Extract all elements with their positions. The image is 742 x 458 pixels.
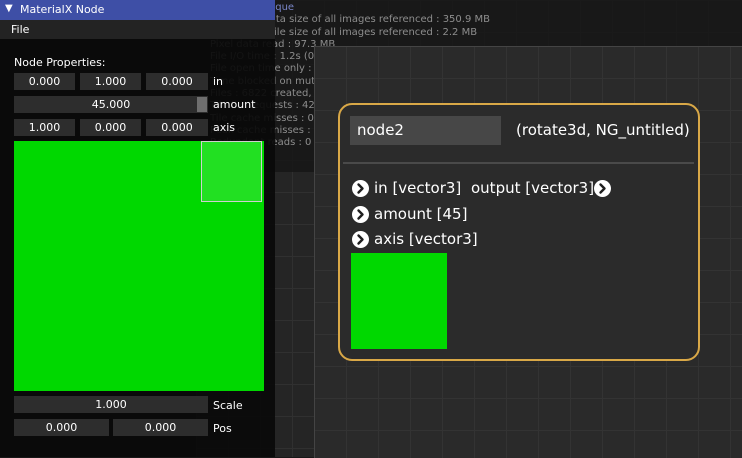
axis-label: axis [213, 121, 236, 134]
input-amount-label: amount [45] [374, 205, 468, 223]
scale-field[interactable]: 1.000 [14, 396, 208, 413]
amount-label: amount [213, 98, 256, 111]
pos-y-field[interactable]: 0.000 [113, 419, 208, 436]
menu-file[interactable]: File [11, 23, 29, 36]
in-y-field[interactable]: 1.000 [80, 73, 141, 90]
output-label: output [vector3] [471, 179, 595, 197]
node-name-text: node2 [357, 121, 404, 139]
output-pin-icon[interactable] [594, 180, 611, 197]
menu-bar: File [0, 20, 275, 39]
stats-title: Images : 7 unique [204, 2, 295, 13]
input-in-label: in [vector3] [374, 179, 462, 197]
node-preview-swatch [351, 253, 447, 349]
window-title: MaterialX Node [20, 3, 105, 16]
input-pin-axis-icon[interactable] [352, 231, 369, 248]
collapse-triangle-icon[interactable]: ▼ [5, 3, 13, 14]
pos-x-field[interactable]: 0.000 [14, 419, 109, 436]
axis-y-field[interactable]: 0.000 [80, 119, 141, 136]
scale-label: Scale [213, 399, 243, 412]
input-axis-label: axis [vector3] [374, 230, 478, 248]
in-x-field[interactable]: 0.000 [14, 73, 75, 90]
stats-line: Total pixel data size of all images refe… [210, 14, 490, 26]
node-divider [343, 162, 694, 164]
pos-label: Pos [213, 422, 232, 435]
node-type-label: (rotate3d, NG_untitled) [516, 121, 690, 139]
stats-line: Total actual file size of all images ref… [210, 26, 478, 38]
window-titlebar[interactable]: ▼ MaterialX Node [0, 0, 275, 20]
node-name-field[interactable]: node2 [350, 116, 501, 145]
input-pin-in-icon[interactable] [352, 180, 369, 197]
axis-x-field[interactable]: 1.000 [14, 119, 75, 136]
zoom-box [201, 141, 262, 202]
node-properties-heading: Node Properties: [14, 56, 106, 69]
amount-slider-grab[interactable] [197, 97, 207, 112]
in-label: in [213, 75, 224, 88]
amount-slider[interactable]: 45.000 [14, 96, 208, 113]
input-pin-amount-icon[interactable] [352, 206, 369, 223]
axis-z-field[interactable]: 0.000 [146, 119, 208, 136]
in-z-field[interactable]: 0.000 [146, 73, 208, 90]
